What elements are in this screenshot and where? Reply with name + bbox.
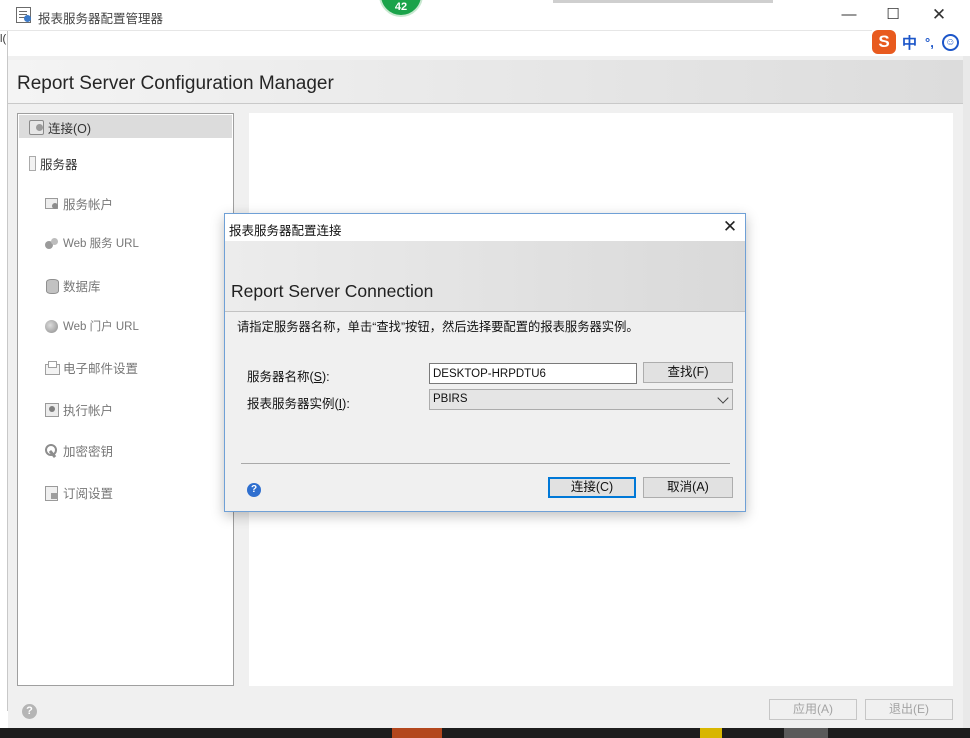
taskbar-app-icon[interactable] <box>784 728 828 738</box>
nav-item-label: Web 门户 URL <box>63 321 139 333</box>
nav-item-server-label: 服务器 <box>40 158 78 172</box>
nav-item-web-service-url[interactable]: Web 服务 URL <box>44 235 139 251</box>
ime-emoji-icon[interactable]: ☺ <box>941 33 959 51</box>
connection-dialog: 报表服务器配置连接 ✕ Report Server Connection 请指定… <box>224 213 746 512</box>
background-window-text: l( <box>0 33 7 45</box>
server-icon <box>29 156 36 171</box>
nav-item-connect[interactable]: 连接(O) <box>29 118 91 137</box>
dialog-title: 报表服务器配置连接 <box>229 224 342 238</box>
sogou-logo-icon[interactable]: S <box>872 30 896 54</box>
instance-select[interactable]: PBIRS <box>429 389 733 410</box>
dialog-divider <box>241 463 730 464</box>
dialog-titlebar: 报表服务器配置连接 ✕ <box>225 214 745 241</box>
ime-punctuation-toggle[interactable]: °, <box>925 35 934 50</box>
taskbar-app-icon[interactable] <box>700 728 722 738</box>
nav-item-execution-account[interactable]: 执行帐户 <box>44 400 113 419</box>
nav-item-label: 订阅设置 <box>63 487 114 501</box>
cancel-button[interactable]: 取消(A) <box>643 477 733 498</box>
connect-button[interactable]: 连接(C) <box>548 477 636 498</box>
window-titlebar: 报表服务器配置管理器 — ☐ ✕ <box>0 0 970 31</box>
nav-item-connect-label: 连接(O) <box>48 122 92 136</box>
server-name-input[interactable] <box>429 363 637 384</box>
find-button[interactable]: 查找(F) <box>643 362 733 383</box>
window-title: 报表服务器配置管理器 <box>38 12 164 26</box>
server-name-label: 服务器名称(S): <box>247 370 330 384</box>
nav-item-email-settings[interactable]: 电子邮件设置 <box>44 358 138 377</box>
dialog-close-button[interactable]: ✕ <box>715 214 745 241</box>
background-window-edge <box>0 31 8 711</box>
subscription-icon <box>44 485 59 501</box>
connect-icon <box>29 120 44 135</box>
web-portal-icon <box>44 319 59 334</box>
execution-account-icon <box>44 402 59 417</box>
nav-item-encryption-keys[interactable]: 加密密钥 <box>44 441 113 460</box>
nav-item-web-portal-url[interactable]: Web 门户 URL <box>44 318 139 334</box>
nav-item-subscription-settings[interactable]: 订阅设置 <box>44 483 113 502</box>
email-icon <box>44 360 60 375</box>
taskbar-app-icon[interactable] <box>392 728 442 738</box>
ime-chinese-mode[interactable]: 中 <box>902 32 917 53</box>
key-icon <box>44 443 59 458</box>
overlapping-window-edge <box>553 0 773 3</box>
apply-button[interactable]: 应用(A) <box>769 699 857 720</box>
nav-item-server[interactable]: 服务器 <box>29 154 78 173</box>
nav-item-label: 加密密钥 <box>63 445 114 459</box>
report-server-app-icon <box>16 7 31 23</box>
close-window-button[interactable]: ✕ <box>916 0 962 31</box>
page-title: Report Server Configuration Manager <box>17 73 334 94</box>
nav-item-label: 电子邮件设置 <box>63 362 139 376</box>
minimize-button[interactable]: — <box>826 0 872 31</box>
nav-item-label: 服务帐户 <box>63 198 114 212</box>
nav-item-label: Web 服务 URL <box>63 238 139 250</box>
instance-select-value: PBIRS <box>433 393 468 405</box>
web-service-icon <box>44 236 59 251</box>
chevron-down-icon <box>717 392 729 404</box>
nav-item-label: 数据库 <box>63 280 101 294</box>
nav-item-label: 执行帐户 <box>63 404 114 418</box>
nav-item-database[interactable]: 数据库 <box>44 276 101 295</box>
nav-item-service-account[interactable]: 服务帐户 <box>44 194 113 213</box>
dialog-heading: Report Server Connection <box>231 281 434 301</box>
ime-toolbar[interactable]: S 中 °, ☺ <box>872 28 970 56</box>
database-icon <box>44 278 59 294</box>
service-account-icon <box>44 196 59 211</box>
maximize-button[interactable]: ☐ <box>870 0 916 31</box>
help-icon[interactable]: ? <box>22 704 37 719</box>
dialog-instruction: 请指定服务器名称，单击“查找”按钮，然后选择要配置的报表服务器实例。 <box>237 320 639 334</box>
instance-label: 报表服务器实例(I): <box>247 397 350 411</box>
exit-button[interactable]: 退出(E) <box>865 699 953 720</box>
dialog-help-icon[interactable]: ? <box>247 483 261 497</box>
window-right-edge <box>963 56 970 738</box>
